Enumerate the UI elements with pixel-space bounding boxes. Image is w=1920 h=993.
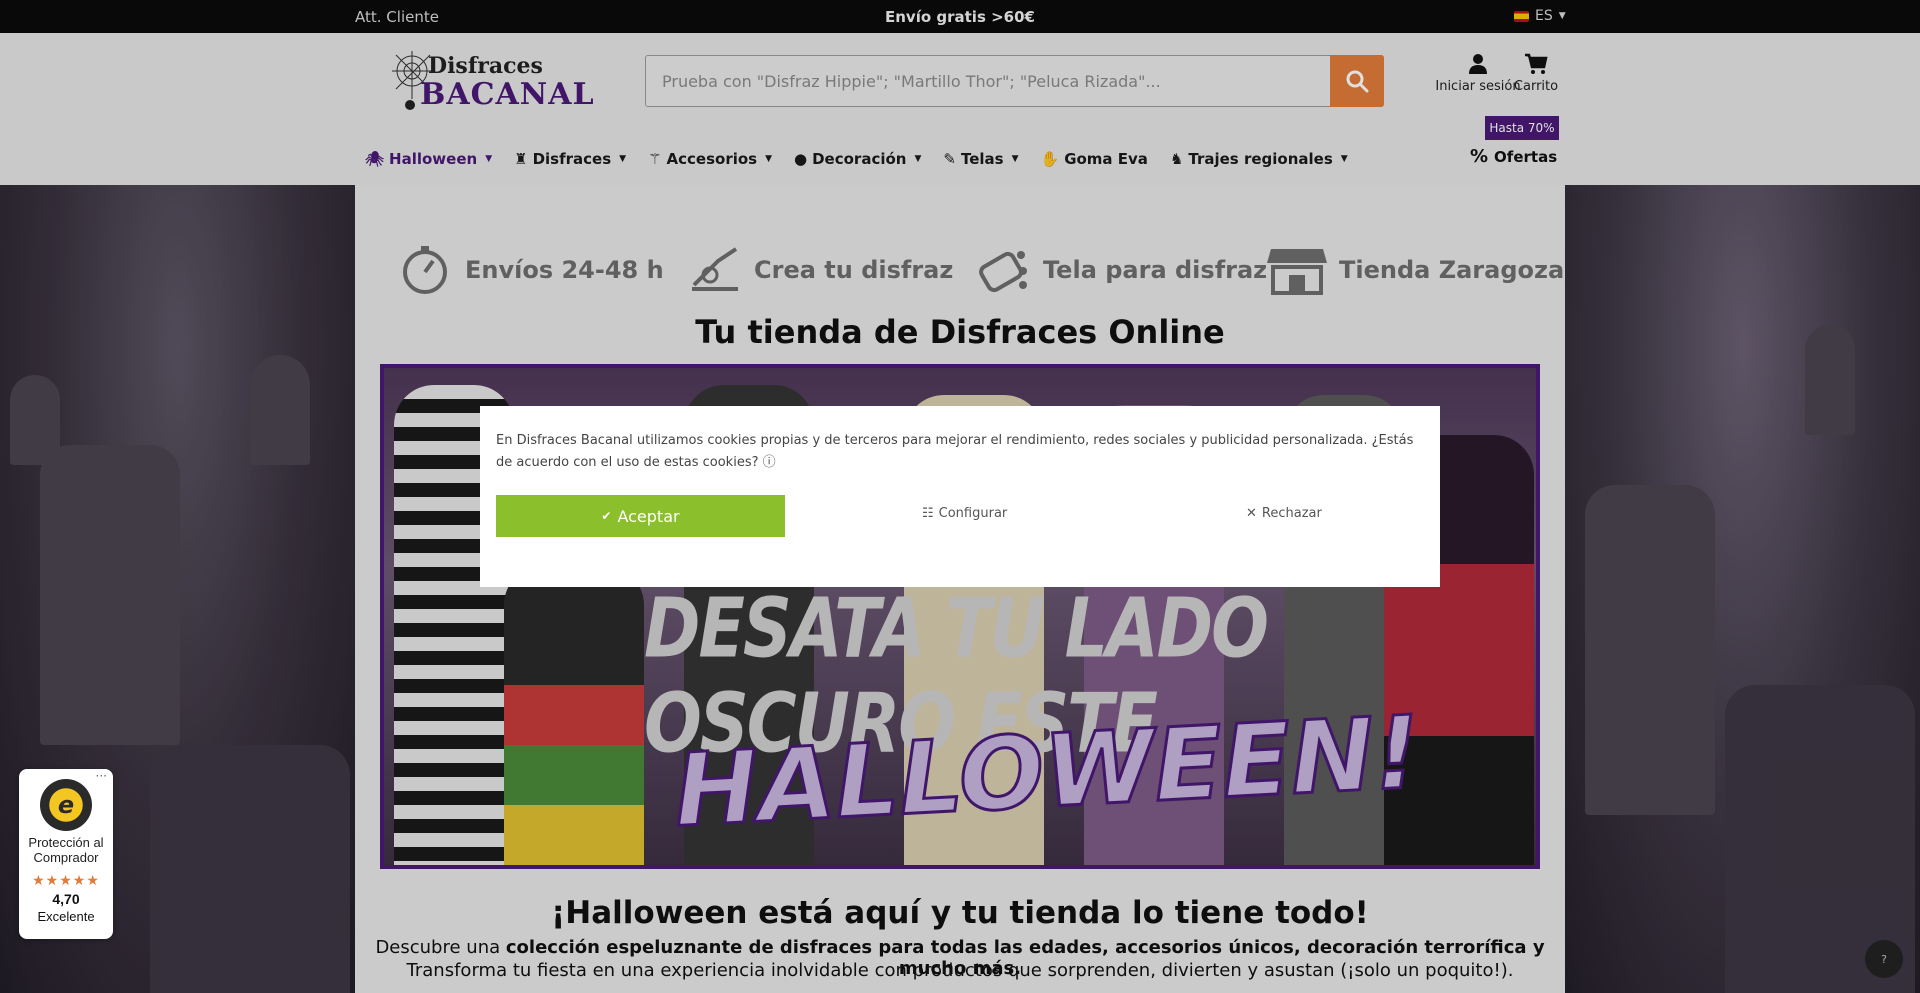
nav-label: Telas xyxy=(960,150,1004,168)
top-bar: Att. Cliente Envío gratis >60€ ES ▼ xyxy=(0,0,1920,33)
intro-text-2: Transforma tu fiesta en una experiencia … xyxy=(406,960,1514,981)
free-shipping-notice: Envío gratis >60€ xyxy=(885,8,1035,26)
nav-item-trajes-regionales[interactable]: ♞ Trajes regionales ▼ xyxy=(1170,150,1348,168)
cart-link[interactable]: Carrito xyxy=(1506,53,1566,94)
cart-icon xyxy=(1525,53,1548,74)
regional-costume-icon: ♞ xyxy=(1169,150,1184,168)
accept-cookies-button[interactable]: ✔ Aceptar xyxy=(496,495,785,537)
cookie-text: En Disfraces Bacanal utilizamos cookies … xyxy=(496,433,1414,470)
trusted-shops-widget[interactable]: ··· e Protección al Comprador ★★★★★ 4,70… xyxy=(19,769,113,939)
nav-item-accesorios[interactable]: ⚚ Accesorios ▼ xyxy=(648,150,772,168)
spider-icon: 🕷 xyxy=(365,150,385,168)
rating-score: 4,70 xyxy=(52,891,80,907)
logo-top-text: Disfraces xyxy=(428,53,543,79)
hand-icon: ✋ xyxy=(1040,150,1060,168)
chevron-down-icon: ▼ xyxy=(485,154,493,164)
background-graveyard-right xyxy=(1565,185,1920,993)
check-icon: ✔ xyxy=(601,509,612,523)
language-label: ES xyxy=(1535,8,1553,24)
section-heading: ¡Halloween está aquí y tu tienda lo tien… xyxy=(551,895,1369,931)
nav-label: Disfraces xyxy=(532,150,612,168)
feature-label: Envíos 24-48 h xyxy=(465,256,664,284)
fabric-icon: ✎ xyxy=(943,150,956,168)
accept-label: Aceptar xyxy=(617,506,680,526)
search-bar xyxy=(645,55,1384,107)
rating-label: Excelente xyxy=(37,909,95,924)
nav-label: Halloween xyxy=(389,150,478,168)
promo-badge: Hasta 70% xyxy=(1485,116,1559,140)
reject-cookies-button[interactable]: ✕ Rechazar xyxy=(1246,506,1322,521)
nav-item-telas[interactable]: ✎ Telas ▼ xyxy=(943,150,1018,168)
main-content: Envíos 24-48 h Crea tu disfraz Tela para… xyxy=(355,185,1565,993)
sliders-icon: ☷ xyxy=(922,506,934,521)
user-icon xyxy=(1469,54,1487,74)
accessibility-button[interactable]: ? xyxy=(1865,940,1903,978)
nav-label: Trajes regionales xyxy=(1188,150,1333,168)
costume-icon: ♜ xyxy=(514,150,528,168)
feature-label: Tienda Zaragoza xyxy=(1339,256,1565,284)
language-selector[interactable]: ES ▼ xyxy=(1514,8,1566,24)
logo[interactable]: Disfraces BACANAL xyxy=(390,49,594,115)
spain-flag-icon xyxy=(1514,10,1529,22)
close-icon: ✕ xyxy=(1246,506,1257,521)
chevron-down-icon: ▼ xyxy=(914,154,922,164)
trusted-shops-seal-icon: e xyxy=(40,779,92,831)
store-icon xyxy=(1267,249,1327,295)
feature-create-costume[interactable]: Crea tu disfraz xyxy=(688,245,953,295)
intro-text-start: Descubre una xyxy=(375,937,506,958)
configure-cookies-button[interactable]: ☷ Configurar xyxy=(922,506,1007,521)
sewing-machine-icon xyxy=(692,247,738,291)
rating-stars: ★★★★★ xyxy=(32,873,100,889)
header: Disfraces BACANAL Iniciar sesión Carrito… xyxy=(0,33,1920,185)
nav-item-halloween[interactable]: 🕷 Halloween ▼ xyxy=(365,150,492,168)
feature-fabric[interactable]: Tela para disfraz xyxy=(977,245,1267,295)
chevron-down-icon: ▼ xyxy=(1340,154,1348,164)
feature-shipping[interactable]: Envíos 24-48 h xyxy=(397,245,664,295)
nav-item-disfraces[interactable]: ♜ Disfraces ▼ xyxy=(514,150,626,168)
logo-bottom-text: BACANAL xyxy=(420,77,595,112)
nav-item-goma-eva[interactable]: ✋ Goma Eva xyxy=(1041,150,1148,168)
feature-label: Tela para disfraz xyxy=(1043,256,1268,284)
cookie-consent-dialog: En Disfraces Bacanal utilizamos cookies … xyxy=(480,406,1440,587)
feature-store-zaragoza[interactable]: Tienda Zaragoza xyxy=(1267,245,1564,295)
trust-label: Protección al Comprador xyxy=(28,835,104,865)
cart-label: Carrito xyxy=(1513,79,1559,94)
nav-label: Ofertas xyxy=(1494,147,1558,166)
nav-item-ofertas[interactable]: % Ofertas xyxy=(1470,146,1557,167)
stopwatch-icon xyxy=(403,246,447,294)
more-options-icon[interactable]: ··· xyxy=(96,769,107,783)
nav-label: Decoración xyxy=(812,150,907,168)
main-nav: 🕷 Halloween ▼ ♜ Disfraces ▼ ⚚ Accesorios… xyxy=(365,144,1370,174)
reject-label: Rechazar xyxy=(1261,506,1322,521)
configure-label: Configurar xyxy=(938,506,1008,521)
search-input[interactable] xyxy=(646,56,1332,106)
nav-label: Accesorios xyxy=(666,150,758,168)
search-icon xyxy=(1346,70,1369,93)
chevron-down-icon: ▼ xyxy=(619,154,627,164)
accessories-icon: ⚚ xyxy=(648,150,662,168)
chevron-down-icon: ▼ xyxy=(1558,11,1566,21)
nav-label: Goma Eva xyxy=(1064,150,1148,168)
accessibility-icon: ? xyxy=(1881,952,1887,966)
percent-icon: % xyxy=(1470,146,1489,167)
balloon-icon: ● xyxy=(794,150,808,168)
fabric-roll-icon xyxy=(979,251,1027,293)
feature-label: Crea tu disfraz xyxy=(754,256,954,284)
chevron-down-icon: ▼ xyxy=(1011,154,1019,164)
chevron-down-icon: ▼ xyxy=(765,154,773,164)
nav-item-decoracion[interactable]: ● Decoración ▼ xyxy=(794,150,921,168)
search-button[interactable] xyxy=(1330,55,1384,107)
page-title: Tu tienda de Disfraces Online xyxy=(695,313,1225,351)
